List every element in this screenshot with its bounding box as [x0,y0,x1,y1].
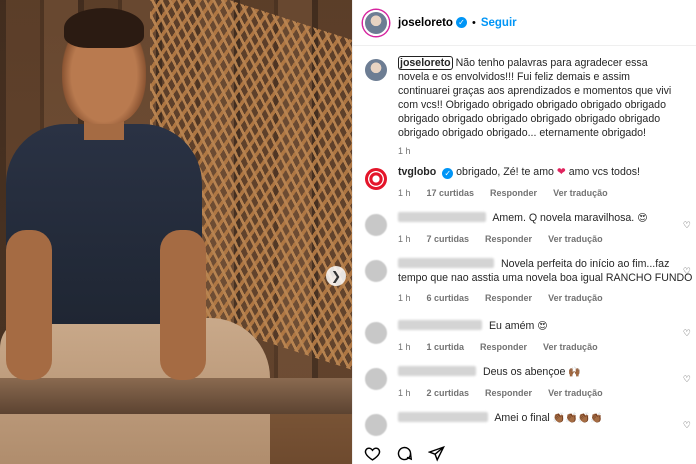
verified-badge-icon: ✓ [442,168,454,180]
comment-time: 1 h [398,233,411,244]
comment-emoji: 🙌🏾 [568,367,581,378]
image-person-arm-right [160,230,206,380]
chevron-right-icon[interactable]: ❯ [326,266,346,286]
like-comment-icon[interactable]: ♡ [683,266,691,277]
caption-username[interactable]: joseloreto [398,56,453,70]
avatar[interactable] [363,366,389,392]
comment-emoji: 😍 [537,321,548,332]
comment-likes[interactable]: 7 curtidas [427,234,470,244]
comment-time: 1 h [398,293,411,303]
avatar[interactable] [363,9,389,36]
like-comment-icon[interactable]: ♡ [683,374,691,385]
comment-text: Amei o final [494,412,550,424]
translate-button[interactable]: Ver tradução [548,293,603,303]
reply-button[interactable]: Responder [485,234,532,244]
avatar[interactable] [363,258,389,284]
comment-emoji: 👏🏾👏🏾👏🏾👏🏾 [552,413,603,424]
post-caption: joseloreto Não tenho palavras para agrad… [353,46,696,156]
comment-username[interactable]: tvglobo [398,166,436,178]
comment-likes[interactable]: 6 curtidas [427,293,470,303]
heart-outline-icon[interactable] [363,444,381,462]
post-header: joseloreto ✓ • Seguir [353,0,696,46]
caption-time: 1 h [398,146,411,156]
comment-item: Novela perfeita do início ao fim...faz t… [363,258,693,303]
image-bench [0,378,352,414]
comment-text: Eu amém [488,320,535,332]
caption-content: Não tenho palavras para agradecer essa n… [398,57,672,139]
image-person-hair [64,8,144,48]
like-comment-icon[interactable]: ♡ [683,328,691,339]
follow-button[interactable]: Seguir [481,17,517,29]
comment-username-blurred[interactable] [398,212,486,222]
reply-button[interactable]: Responder [485,388,532,398]
like-comment-icon[interactable]: ♡ [683,420,691,431]
comment-username-blurred[interactable] [398,320,482,330]
avatar[interactable] [363,320,389,346]
comment-username-blurred[interactable] [398,258,494,268]
caption-avatar[interactable] [363,57,389,83]
comment-likes[interactable]: 1 curtida [427,342,465,352]
image-person-arm-left [6,230,52,380]
reply-button[interactable]: Responder [485,293,532,303]
comment-item: tvglobo ✓ obrigado, Zé! te amo ❤ amo vcs… [363,166,693,198]
avatar[interactable] [363,212,389,238]
translate-button[interactable]: Ver tradução [553,188,608,198]
comment-item: Deus os abençoe 🙌🏾 1 h 2 curtidas Respon… [363,366,693,398]
comment-item: Amem. Q novela maravilhosa. 😍 1 h 7 curt… [363,212,693,244]
like-comment-icon[interactable]: ♡ [683,220,691,231]
comment-time: 1 h [398,187,411,198]
comment-emoji: 😍 [637,213,648,224]
comment-username-blurred[interactable] [398,366,476,376]
comment-item: Eu amém 😍 1 h 1 curtida Responder Ver tr… [363,320,693,352]
translate-button[interactable]: Ver tradução [543,342,598,352]
send-icon[interactable] [427,444,445,462]
comment-text: Deus os abençoe [482,366,566,378]
avatar[interactable] [363,412,389,438]
comment-icon[interactable] [395,444,413,462]
comment-time: 1 h [398,341,411,352]
post-sidebar: joseloreto ✓ • Seguir joseloreto Não ten… [352,0,696,464]
avatar[interactable] [363,166,389,192]
red-heart-emoji-icon: ❤ [556,166,566,178]
comment-username-blurred[interactable] [398,412,488,422]
translate-button[interactable]: Ver tradução [548,388,603,398]
reply-button[interactable]: Responder [480,342,527,352]
reply-button[interactable]: Responder [490,188,537,198]
comment-time: 1 h [398,387,411,398]
comment-item: Amei o final 👏🏾👏🏾👏🏾👏🏾 ♡ [363,412,693,438]
post-actions [363,444,693,462]
translate-button[interactable]: Ver tradução [548,234,603,244]
comment-likes[interactable]: 17 curtidas [427,188,475,198]
post-username[interactable]: joseloreto [398,17,453,29]
verified-badge-icon: ✓ [455,17,467,28]
comment-text: Amem. Q novela maravilhosa. [492,212,635,224]
caption-text: joseloreto Não tenho palavras para agrad… [398,56,674,140]
comment-likes[interactable]: 2 curtidas [427,388,470,398]
comment-text: obrigado, Zé! te amo [456,166,554,178]
comment-text-after: amo vcs todos! [568,166,640,178]
post-image[interactable]: ❯ [0,0,352,464]
separator-dot: • [471,16,476,29]
